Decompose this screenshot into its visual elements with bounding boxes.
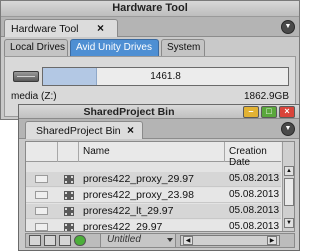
clip-name: prores422_lt_29.97: [83, 205, 174, 217]
vertical-scrollbar[interactable]: ▲ ▼: [282, 142, 294, 231]
clip-checkbox[interactable]: [35, 191, 48, 199]
menu-chevron-icon[interactable]: ▼: [281, 20, 295, 34]
clip-icon: [64, 223, 74, 231]
table-row[interactable]: prores422_proxy_23.98 05.08.2013: [26, 188, 281, 203]
clip-icon: [64, 175, 74, 184]
scroll-right-arrow-icon[interactable]: ▶: [267, 236, 277, 245]
bin-view-select[interactable]: Untitled: [100, 234, 176, 247]
hardware-tool-titlebar[interactable]: Hardware Tool: [1, 1, 299, 17]
status-icon[interactable]: [74, 235, 86, 246]
drive-icon: [13, 71, 39, 82]
close-icon[interactable]: ×: [97, 21, 104, 35]
hardware-tool-tab-label: Hardware Tool: [11, 23, 79, 35]
drive-usage-bar[interactable]: 1461.8: [42, 67, 289, 86]
tab-system[interactable]: System: [161, 39, 205, 56]
bin-tab[interactable]: SharedProject Bin ×: [25, 121, 143, 139]
scroll-left-arrow-icon[interactable]: ◀: [183, 236, 193, 245]
clip-checkbox[interactable]: [35, 223, 48, 231]
drive-name: media (Z:): [11, 91, 57, 102]
table-row[interactable]: prores422_29.97 05.08.2013: [26, 220, 281, 232]
bin-tab-label: SharedProject Bin: [36, 125, 121, 137]
minimize-button[interactable]: –: [243, 106, 259, 118]
script-view-icon[interactable]: [59, 235, 71, 246]
chevron-down-icon: [167, 238, 173, 242]
drive-usage-value: 1461.8: [150, 71, 181, 82]
bin-tabrow: SharedProject Bin × ▼: [19, 119, 299, 139]
clip-checkbox[interactable]: [35, 175, 48, 183]
frame-view-icon[interactable]: [29, 235, 41, 246]
horizontal-scrollbar[interactable]: ◀ ▶: [180, 235, 280, 246]
clip-name: prores422_proxy_23.98: [83, 189, 194, 201]
hardware-tool-tab[interactable]: Hardware Tool ×: [4, 19, 118, 37]
clip-icon: [64, 191, 74, 200]
clip-checkbox[interactable]: [35, 207, 48, 215]
bin-view-name: Untitled: [107, 234, 141, 245]
maximize-button[interactable]: □: [261, 106, 277, 118]
table-row[interactable]: prores422_lt_29.97 05.08.2013: [26, 204, 281, 219]
hardware-tool-title: Hardware Tool: [112, 2, 188, 14]
close-icon[interactable]: ×: [127, 123, 134, 137]
hardware-tool-tabrow: Hardware Tool × ▼: [1, 17, 299, 37]
tab-local-drives[interactable]: Local Drives: [4, 39, 68, 56]
clip-date: 05.08.2013: [229, 205, 280, 216]
menu-chevron-icon[interactable]: ▼: [281, 122, 295, 136]
scroll-down-arrow-icon[interactable]: ▼: [284, 218, 294, 228]
drive-capacity: 1862.9GB: [243, 91, 289, 102]
column-name-header[interactable]: Name: [83, 146, 110, 157]
text-view-icon[interactable]: [44, 235, 56, 246]
clip-name: prores422_29.97: [83, 221, 163, 232]
clip-date: 05.08.2013: [229, 189, 280, 200]
clip-name: prores422_proxy_29.97: [83, 173, 194, 185]
shared-project-bin-window: SharedProject Bin – □ × SharedProject Bi…: [18, 104, 300, 251]
scroll-thumb[interactable]: [284, 178, 294, 206]
bin-titlebar[interactable]: SharedProject Bin – □ ×: [19, 105, 299, 119]
clip-date: 05.08.2013: [229, 173, 280, 184]
close-window-button[interactable]: ×: [279, 106, 295, 118]
hardware-tool-window: Hardware Tool Hardware Tool × ▼ Local Dr…: [0, 0, 300, 120]
clip-date: 05.08.2013: [229, 221, 280, 232]
bin-clip-list: Name Creation Date prores422_proxy_29.97…: [25, 141, 295, 232]
tab-avid-unity-drives[interactable]: Avid Unity Drives: [70, 39, 159, 56]
column-creation-date-header[interactable]: Creation Date: [229, 146, 281, 168]
table-row[interactable]: prores422_proxy_29.97 05.08.2013: [26, 172, 281, 187]
clip-icon: [64, 207, 74, 216]
bin-bottom-bar: Untitled ◀ ▶: [25, 233, 295, 248]
bin-column-header: Name Creation Date: [26, 142, 281, 168]
bin-title: SharedProject Bin: [83, 106, 175, 118]
scroll-up-arrow-icon[interactable]: ▲: [284, 166, 294, 176]
